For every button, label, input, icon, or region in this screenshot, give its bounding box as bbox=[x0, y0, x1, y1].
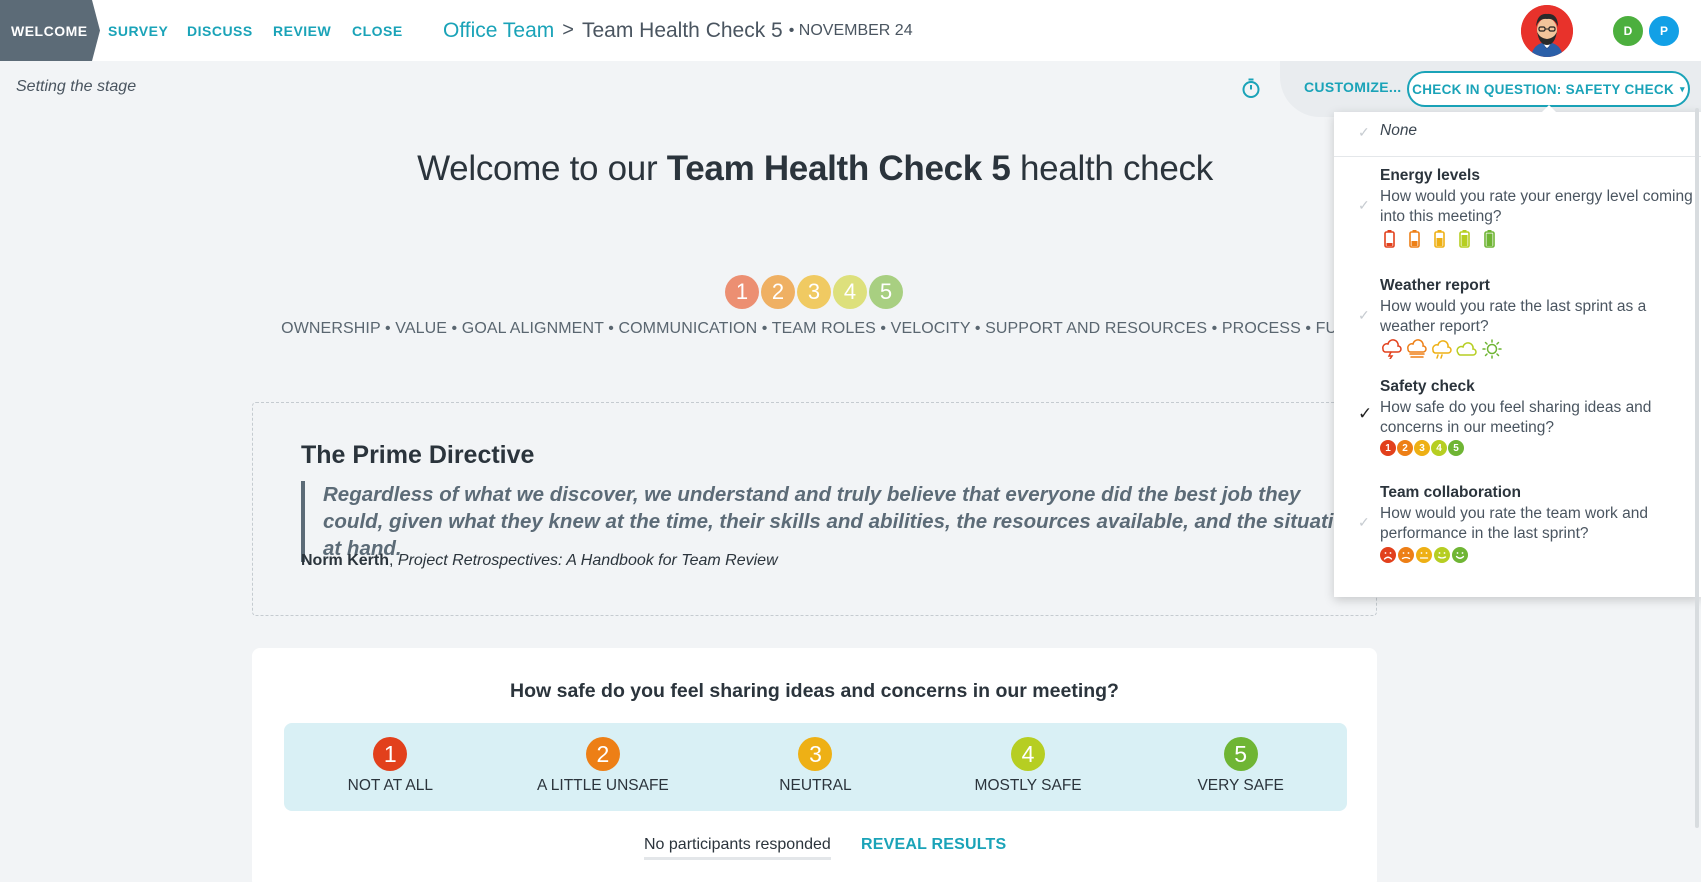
answer-number: 3 bbox=[798, 737, 833, 771]
option-description: How would you rate the last sprint as a … bbox=[1380, 298, 1647, 335]
step-review[interactable]: REVIEW bbox=[273, 0, 331, 61]
answer-neutral[interactable]: 3 NEUTRAL bbox=[709, 723, 922, 811]
prime-directive-title: The Prime Directive bbox=[301, 441, 535, 469]
breadcrumb-separator: > bbox=[562, 19, 574, 41]
answer-mostly-safe[interactable]: 4 MOSTLY SAFE bbox=[922, 723, 1135, 811]
answer-label: NEUTRAL bbox=[779, 777, 852, 794]
dropdown-divider bbox=[1334, 156, 1701, 157]
prime-directive-citation: Norm Kerth, Project Retrospectives: A Ha… bbox=[301, 552, 778, 569]
step-discuss[interactable]: DISCUSS bbox=[187, 0, 253, 61]
mini-number: 4 bbox=[1431, 440, 1447, 456]
citation-book: Project Retrospectives: A Handbook for T… bbox=[397, 552, 778, 569]
check-icon: ✓ bbox=[1358, 514, 1370, 530]
option-description: How safe do you feel sharing ideas and c… bbox=[1380, 399, 1652, 436]
answer-label: VERY SAFE bbox=[1197, 777, 1284, 794]
customize-button[interactable]: CUSTOMIZE... bbox=[1304, 79, 1401, 95]
scale-dot: 2 bbox=[761, 275, 795, 309]
option-description: How would you rate your energy level com… bbox=[1380, 188, 1693, 225]
check-in-question: How safe do you feel sharing ideas and c… bbox=[510, 680, 1119, 702]
answer-number: 2 bbox=[585, 737, 620, 771]
answer-label: MOSTLY SAFE bbox=[974, 777, 1082, 794]
welcome-suffix: health check bbox=[1010, 149, 1213, 188]
rating-scale: 1 2 3 4 5 bbox=[725, 275, 903, 309]
answer-number: 4 bbox=[1011, 737, 1046, 771]
mini-number: 1 bbox=[1380, 440, 1396, 456]
face-icons bbox=[1380, 546, 1470, 564]
step-welcome[interactable]: WELCOME bbox=[0, 0, 100, 61]
dropdown-option-weather-report[interactable]: ✓ Weather report How would you rate the … bbox=[1334, 277, 1701, 372]
answer-number: 1 bbox=[373, 737, 408, 771]
step-close[interactable]: CLOSE bbox=[352, 0, 403, 61]
option-name: None bbox=[1380, 122, 1418, 139]
check-in-question-label: CHECK IN QUESTION: SAFETY CHECK bbox=[1412, 81, 1674, 97]
welcome-heading: Welcome to our Team Health Check 5 healt… bbox=[200, 149, 1430, 189]
meeting-title: Team Health Check 5 bbox=[581, 18, 783, 42]
breadcrumb: Office Team > Team Health Check 5 • NOVE… bbox=[443, 0, 913, 61]
battery-icons bbox=[1380, 229, 1502, 249]
mini-number: 2 bbox=[1397, 440, 1413, 456]
weather-icons bbox=[1380, 339, 1502, 359]
number-icons: 1 2 3 4 5 bbox=[1380, 440, 1464, 456]
check-in-question-dropdown: ✓ None ✓ Energy levels How would you rat… bbox=[1334, 105, 1701, 597]
option-name: Safety check bbox=[1380, 378, 1475, 395]
welcome-prefix: Welcome to our bbox=[417, 149, 667, 188]
reveal-results-button[interactable]: REVEAL RESULTS bbox=[861, 836, 1006, 854]
option-name: Energy levels bbox=[1380, 167, 1480, 184]
citation-author: Norm Kerth bbox=[301, 552, 390, 569]
check-in-card: How safe do you feel sharing ideas and c… bbox=[252, 648, 1377, 882]
scale-dot: 3 bbox=[797, 275, 831, 309]
prime-directive-card: The Prime Directive Regardless of what w… bbox=[252, 402, 1377, 616]
user-avatar[interactable] bbox=[1521, 5, 1573, 57]
check-icon: ✓ bbox=[1358, 404, 1373, 423]
response-status: No participants responded bbox=[644, 836, 831, 860]
answer-very-safe[interactable]: 5 VERY SAFE bbox=[1134, 723, 1347, 811]
option-name: Weather report bbox=[1380, 277, 1490, 294]
welcome-meeting-name: Team Health Check 5 bbox=[666, 149, 1011, 188]
option-name: Team collaboration bbox=[1380, 484, 1521, 501]
option-description: How would you rate the team work and per… bbox=[1380, 505, 1648, 542]
dropdown-option-energy-levels[interactable]: ✓ Energy levels How would you rate your … bbox=[1334, 167, 1701, 267]
topics-list: OWNERSHIP • VALUE • GOAL ALIGNMENT • COM… bbox=[281, 320, 1349, 337]
dropdown-option-safety-check[interactable]: ✓ Safety check How safe do you feel shar… bbox=[1334, 378, 1701, 473]
check-icon: ✓ bbox=[1358, 197, 1370, 213]
top-bar: WELCOME SURVEY DISCUSS REVIEW CLOSE Offi… bbox=[0, 0, 1701, 61]
answer-a-little-unsafe[interactable]: 2 A LITTLE UNSAFE bbox=[497, 723, 710, 811]
scale-dot: 4 bbox=[833, 275, 867, 309]
answer-not-at-all[interactable]: 1 NOT AT ALL bbox=[284, 723, 497, 811]
timer-icon[interactable] bbox=[1240, 77, 1262, 99]
scrollbar[interactable] bbox=[1695, 108, 1699, 828]
mini-number: 3 bbox=[1414, 440, 1430, 456]
stage-subtitle: Setting the stage bbox=[16, 78, 137, 95]
answer-options: 1 NOT AT ALL 2 A LITTLE UNSAFE 3 NEUTRAL… bbox=[284, 723, 1347, 811]
prime-directive-quote: Regardless of what we discover, we under… bbox=[301, 481, 1361, 562]
step-survey[interactable]: SURVEY bbox=[108, 0, 168, 61]
answer-label: A LITTLE UNSAFE bbox=[536, 777, 669, 794]
answer-label: NOT AT ALL bbox=[347, 777, 433, 794]
check-icon: ✓ bbox=[1358, 124, 1370, 140]
participant-avatar[interactable]: D bbox=[1611, 14, 1645, 48]
breadcrumb-team-link[interactable]: Office Team bbox=[443, 19, 554, 43]
participant-avatar[interactable]: P bbox=[1647, 14, 1681, 48]
check-icon: ✓ bbox=[1358, 307, 1370, 323]
dropdown-option-team-collaboration[interactable]: ✓ Team collaboration How would you rate … bbox=[1334, 484, 1701, 584]
check-in-question-button[interactable]: CHECK IN QUESTION: SAFETY CHECK ▾ bbox=[1407, 71, 1690, 107]
dropdown-option-none[interactable]: ✓ None bbox=[1334, 122, 1701, 154]
chevron-down-icon: ▾ bbox=[1680, 83, 1685, 94]
answer-number: 5 bbox=[1223, 737, 1258, 771]
scale-dot: 1 bbox=[725, 275, 759, 309]
mini-number: 5 bbox=[1448, 440, 1464, 456]
scale-dot: 5 bbox=[869, 275, 903, 309]
meeting-date: • NOVEMBER 24 bbox=[788, 21, 913, 39]
